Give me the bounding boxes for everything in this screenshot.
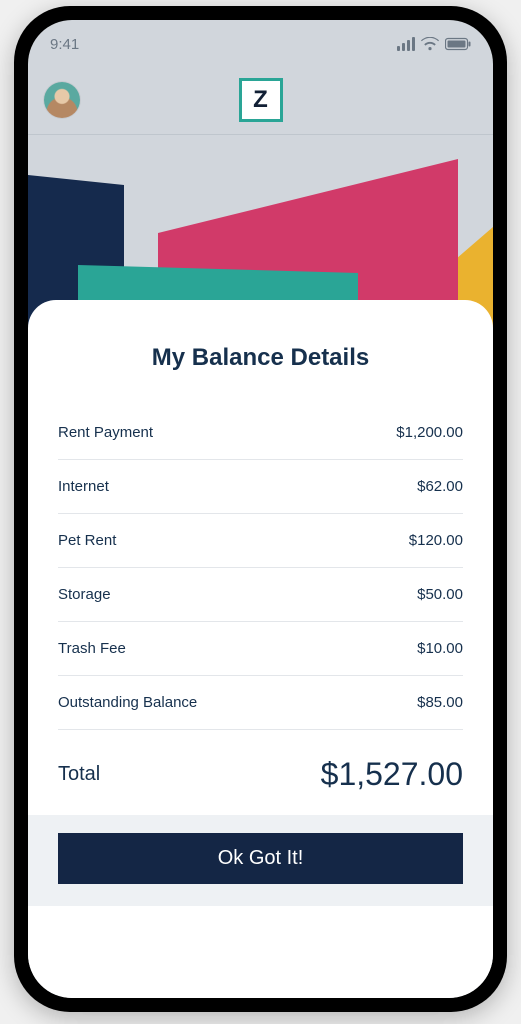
- ok-got-it-button[interactable]: Ok Got It!: [58, 833, 463, 884]
- row-amount: $1,200.00: [396, 424, 463, 441]
- row-amount: $85.00: [417, 694, 463, 711]
- app-logo[interactable]: Z: [239, 78, 283, 122]
- battery-icon: [445, 37, 471, 51]
- screen: 9:41 Z: [28, 20, 493, 998]
- balance-row: Trash Fee $10.00: [58, 622, 463, 676]
- balance-sheet: My Balance Details Rent Payment $1,200.0…: [28, 300, 493, 998]
- row-label: Rent Payment: [58, 424, 153, 441]
- sheet-title: My Balance Details: [28, 300, 493, 406]
- status-bar: 9:41: [28, 20, 493, 68]
- total-amount: $1,527.00: [321, 756, 463, 793]
- row-amount: $62.00: [417, 478, 463, 495]
- balance-rows: Rent Payment $1,200.00 Internet $62.00 P…: [28, 406, 493, 730]
- app-logo-letter: Z: [253, 86, 268, 114]
- balance-row: Internet $62.00: [58, 460, 463, 514]
- total-label: Total: [58, 763, 100, 786]
- sheet-footer: Ok Got It!: [28, 815, 493, 906]
- row-label: Outstanding Balance: [58, 694, 197, 711]
- row-label: Trash Fee: [58, 640, 126, 657]
- wifi-icon: [421, 37, 439, 51]
- row-amount: $120.00: [409, 532, 463, 549]
- row-amount: $50.00: [417, 586, 463, 603]
- balance-row: Storage $50.00: [58, 568, 463, 622]
- balance-row: Pet Rent $120.00: [58, 514, 463, 568]
- status-time: 9:41: [50, 36, 79, 53]
- balance-row: Rent Payment $1,200.00: [58, 406, 463, 460]
- balance-row: Outstanding Balance $85.00: [58, 676, 463, 730]
- avatar[interactable]: [44, 82, 80, 118]
- signal-icon: [397, 37, 415, 51]
- row-amount: $10.00: [417, 640, 463, 657]
- row-label: Internet: [58, 478, 109, 495]
- row-label: Storage: [58, 586, 111, 603]
- row-label: Pet Rent: [58, 532, 116, 549]
- app-header: Z: [28, 68, 493, 134]
- total-row: Total $1,527.00: [28, 730, 493, 815]
- phone-frame: 9:41 Z: [14, 6, 507, 1012]
